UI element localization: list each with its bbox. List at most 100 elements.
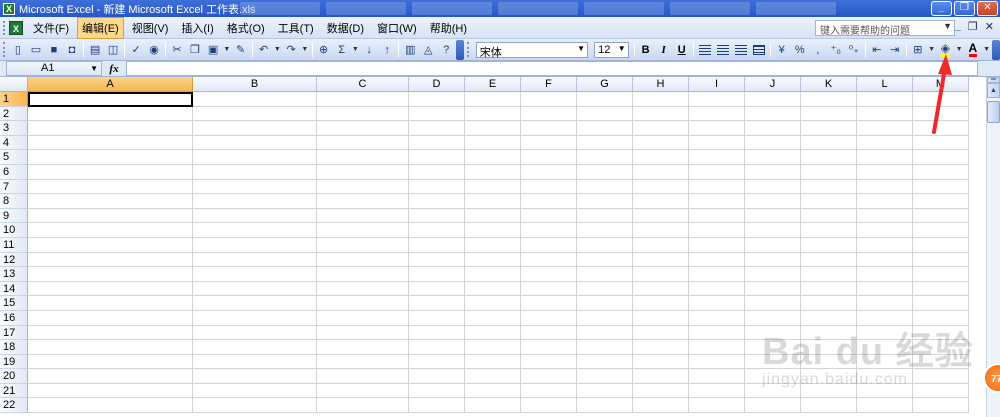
font-size-select[interactable]: 12 ▼	[594, 41, 629, 58]
cell[interactable]	[745, 223, 801, 238]
cell[interactable]	[317, 383, 409, 399]
cell[interactable]	[409, 194, 465, 209]
row-header-20[interactable]: 20	[0, 369, 28, 384]
row-header-21[interactable]: 21	[0, 383, 28, 399]
cell[interactable]	[577, 208, 633, 224]
cell[interactable]	[28, 267, 193, 282]
cell[interactable]	[409, 164, 465, 180]
cell[interactable]	[409, 383, 465, 399]
cell[interactable]	[317, 369, 409, 384]
cell[interactable]	[801, 223, 857, 238]
cell[interactable]	[801, 135, 857, 151]
row-header-16[interactable]: 16	[0, 310, 28, 326]
cell[interactable]	[633, 369, 689, 384]
cell[interactable]	[521, 92, 577, 107]
cell[interactable]	[689, 179, 745, 195]
menu-insert[interactable]: 插入(I)	[176, 17, 218, 39]
cell[interactable]	[857, 208, 913, 224]
cell[interactable]	[409, 92, 465, 107]
cell[interactable]	[913, 267, 969, 282]
cell[interactable]	[745, 135, 801, 151]
column-header-f[interactable]: F	[521, 77, 577, 92]
cell[interactable]	[409, 252, 465, 268]
cell[interactable]	[633, 267, 689, 282]
cell[interactable]	[857, 106, 913, 122]
cell[interactable]	[193, 267, 317, 282]
cell[interactable]	[633, 281, 689, 297]
cell[interactable]	[193, 237, 317, 253]
help-icon[interactable]: ?	[437, 41, 455, 59]
column-header-g[interactable]: G	[577, 77, 633, 92]
cell[interactable]	[689, 237, 745, 253]
cell[interactable]	[801, 121, 857, 136]
cell[interactable]	[193, 310, 317, 326]
cell[interactable]	[913, 106, 969, 122]
cell[interactable]	[317, 252, 409, 268]
cell[interactable]	[193, 325, 317, 341]
cell[interactable]	[801, 106, 857, 122]
cell[interactable]	[577, 369, 633, 384]
save-icon[interactable]: ■	[45, 41, 63, 59]
cell[interactable]	[913, 164, 969, 180]
cell[interactable]	[913, 150, 969, 165]
cell[interactable]	[409, 150, 465, 165]
cell[interactable]	[465, 383, 521, 399]
cell[interactable]	[857, 252, 913, 268]
row-header-4[interactable]: 4	[0, 135, 28, 151]
cell[interactable]	[577, 237, 633, 253]
percent-button[interactable]: %	[791, 41, 809, 59]
bold-button[interactable]: B	[637, 41, 655, 59]
cell[interactable]	[633, 208, 689, 224]
autosum-dropdown-icon[interactable]: ▼	[351, 41, 360, 59]
print-icon[interactable]: ▤	[86, 41, 104, 59]
cell[interactable]	[317, 267, 409, 282]
toolbar-options-button[interactable]	[456, 39, 464, 60]
cell[interactable]	[913, 194, 969, 209]
cell[interactable]	[193, 135, 317, 151]
cell[interactable]	[193, 398, 317, 414]
cell[interactable]	[465, 267, 521, 282]
cell[interactable]	[577, 398, 633, 414]
toolbar-grip[interactable]	[3, 42, 6, 57]
cell[interactable]	[193, 150, 317, 165]
cell[interactable]	[633, 150, 689, 165]
cell[interactable]	[577, 92, 633, 107]
cell[interactable]	[633, 237, 689, 253]
formula-input[interactable]	[126, 61, 978, 76]
comma-button[interactable]: ,	[809, 41, 827, 59]
sort-descending-icon[interactable]: ↑	[378, 41, 396, 59]
minimize-button[interactable]: _	[931, 1, 952, 16]
row-header-3[interactable]: 3	[0, 121, 28, 136]
cell[interactable]	[689, 150, 745, 165]
row-header-6[interactable]: 6	[0, 164, 28, 180]
row-header-9[interactable]: 9	[0, 208, 28, 224]
cell[interactable]	[913, 92, 969, 107]
chevron-down-icon[interactable]: ▼	[943, 21, 952, 31]
cell[interactable]	[633, 106, 689, 122]
borders-button[interactable]: ⊞	[909, 41, 927, 59]
workbook-restore-button[interactable]: ❐	[968, 20, 978, 33]
cell[interactable]	[577, 106, 633, 122]
font-color-dropdown-icon[interactable]: ▼	[982, 41, 991, 59]
cell[interactable]	[193, 223, 317, 238]
scroll-up-button[interactable]: ▲	[987, 83, 1000, 98]
cell[interactable]	[28, 354, 193, 370]
cell[interactable]	[28, 194, 193, 209]
cell[interactable]	[577, 223, 633, 238]
cell[interactable]	[689, 194, 745, 209]
cell[interactable]	[689, 267, 745, 282]
decrease-decimal-button[interactable]: ⁰₊	[845, 41, 863, 59]
cell[interactable]	[317, 354, 409, 370]
cell[interactable]	[521, 194, 577, 209]
underline-button[interactable]: U	[673, 41, 691, 59]
cell[interactable]	[577, 383, 633, 399]
cell[interactable]	[521, 340, 577, 355]
cell[interactable]	[745, 150, 801, 165]
cell[interactable]	[521, 310, 577, 326]
row-header-2[interactable]: 2	[0, 106, 28, 122]
cell[interactable]	[465, 281, 521, 297]
cell[interactable]	[465, 135, 521, 151]
row-header-17[interactable]: 17	[0, 325, 28, 341]
cell[interactable]	[521, 135, 577, 151]
chart-wizard-icon[interactable]: ▥	[401, 41, 419, 59]
